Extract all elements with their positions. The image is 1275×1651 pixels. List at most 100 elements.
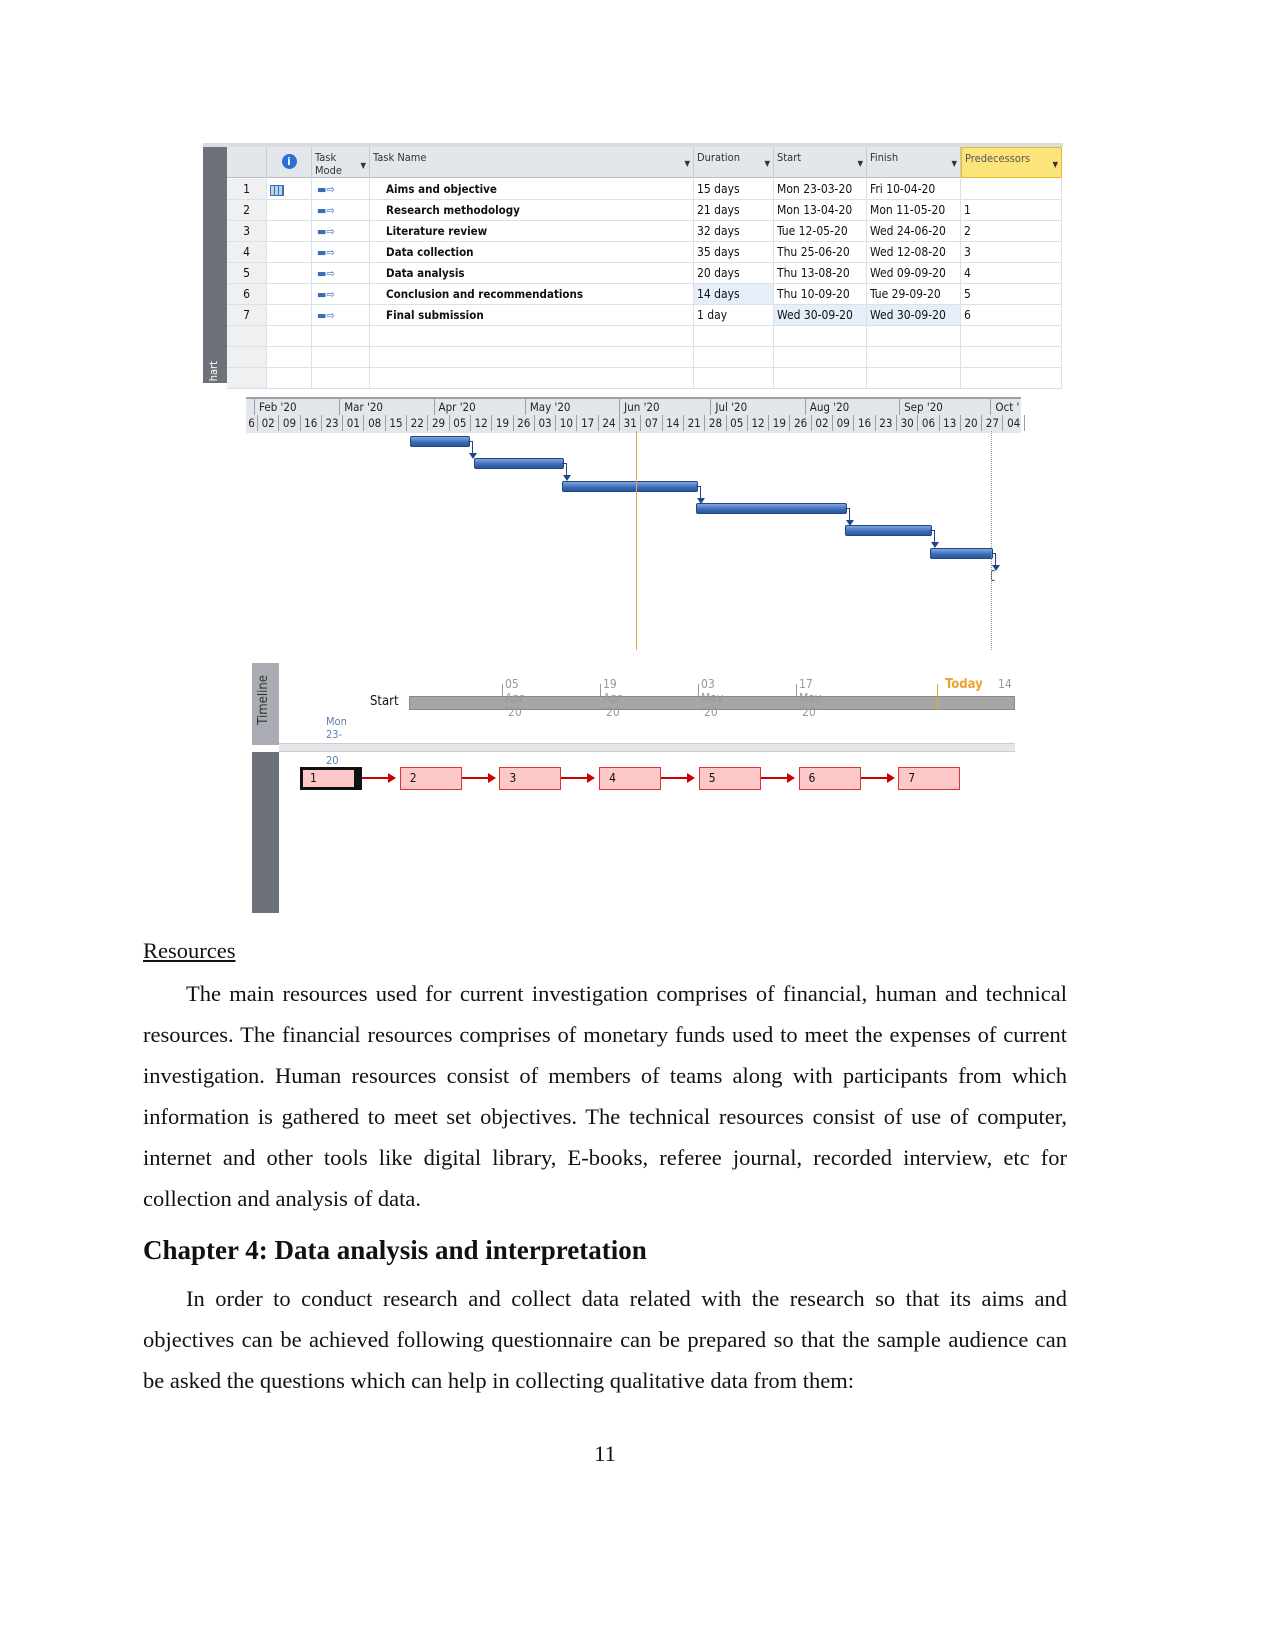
start-cell[interactable]: Mon 23-03-20 <box>774 179 867 200</box>
network-link <box>362 773 396 783</box>
start-cell[interactable]: Mon 13-04-20 <box>774 200 867 221</box>
view-bar-label: hart <box>207 360 220 381</box>
start-cell[interactable]: Thu 13-08-20 <box>774 263 867 284</box>
duration-cell[interactable]: 20 days <box>694 263 774 284</box>
start-cell[interactable]: Thu 10-09-20 <box>774 284 867 305</box>
task-name-cell[interactable]: Literature review <box>370 221 694 242</box>
task-mode-cell[interactable]: ▬⇨ <box>312 305 370 326</box>
col-task-name[interactable]: Task Name ▼ <box>370 147 694 178</box>
duration-cell[interactable]: 35 days <box>694 242 774 263</box>
finish-cell[interactable]: Fri 10-04-20 <box>867 179 961 200</box>
col-finish[interactable]: Finish ▼ <box>867 147 961 178</box>
task-mode-cell[interactable]: ▬⇨ <box>312 200 370 221</box>
indicator-cell[interactable] <box>267 305 312 326</box>
finish-cell[interactable]: Wed 30-09-20 <box>867 305 961 326</box>
auto-scheduled-icon: ▬⇨ <box>317 183 335 196</box>
indicator-cell[interactable] <box>267 221 312 242</box>
week-tick: 21 <box>684 415 706 431</box>
indicator-cell[interactable] <box>267 284 312 305</box>
task-name-cell[interactable]: Data collection <box>370 242 694 263</box>
task-mode-cell[interactable]: ▬⇨ <box>312 284 370 305</box>
network-node[interactable]: 2 <box>399 767 462 790</box>
col-predecessors[interactable]: Predecessors ▼ <box>961 147 1062 178</box>
row-number[interactable]: 2 <box>227 200 267 221</box>
task-mode-cell[interactable]: ▬⇨ <box>312 263 370 284</box>
network-node[interactable]: 7 <box>898 767 961 790</box>
indicator-cell[interactable] <box>267 200 312 221</box>
month-tick: Apr '20 <box>433 399 525 415</box>
gantt-bar[interactable] <box>474 458 565 470</box>
finish-cell[interactable]: Wed 24-06-20 <box>867 221 961 242</box>
col-duration[interactable]: Duration ▼ <box>694 147 774 178</box>
start-cell[interactable]: Wed 30-09-20 <box>774 305 867 326</box>
duration-cell[interactable]: 15 days <box>694 179 774 200</box>
indicator-cell[interactable] <box>267 242 312 263</box>
today-line <box>636 431 637 650</box>
week-tick: 28 <box>705 415 727 431</box>
row-number[interactable]: 4 <box>227 242 267 263</box>
resources-heading: Resources <box>143 938 236 963</box>
week-tick: 17 <box>578 415 599 431</box>
col-start[interactable]: Start ▼ <box>774 147 867 178</box>
start-cell[interactable]: Tue 12-05-20 <box>774 221 867 242</box>
network-node[interactable]: 6 <box>798 767 861 790</box>
week-tick: 23 <box>876 415 897 431</box>
empty-cell <box>694 368 774 389</box>
predecessors-cell[interactable]: 5 <box>961 284 1062 305</box>
empty-cell <box>867 368 961 389</box>
network-node[interactable]: 1 <box>300 767 362 790</box>
gantt-bar[interactable] <box>930 547 994 559</box>
task-mode-cell[interactable]: ▬⇨ <box>312 242 370 263</box>
task-name-cell[interactable]: Final submission <box>370 305 694 326</box>
col-task-mode[interactable]: Task Mode ▼ <box>312 147 370 178</box>
row-number[interactable]: 1 <box>227 179 267 200</box>
month-tick: Oct ' <box>990 399 1021 415</box>
gantt-bar[interactable] <box>562 480 699 492</box>
row-number[interactable]: 7 <box>227 305 267 326</box>
week-tick: 01 <box>343 415 365 431</box>
network-node[interactable]: 3 <box>499 767 562 790</box>
finish-cell[interactable]: Mon 11-05-20 <box>867 200 961 221</box>
duration-cell[interactable]: 21 days <box>694 200 774 221</box>
predecessors-cell[interactable]: 3 <box>961 242 1062 263</box>
gantt-bar[interactable] <box>696 502 848 514</box>
task-mode-cell[interactable]: ▬⇨ <box>312 179 370 200</box>
finish-cell[interactable]: Wed 12-08-20 <box>867 242 961 263</box>
week-tick: 31 <box>620 415 642 431</box>
predecessors-cell[interactable]: 6 <box>961 305 1062 326</box>
network-node[interactable]: 4 <box>599 767 662 790</box>
task-name-cell[interactable]: Data analysis <box>370 263 694 284</box>
predecessors-cell[interactable]: 2 <box>961 221 1062 242</box>
gantt-bar[interactable] <box>410 436 470 447</box>
row-number[interactable]: 3 <box>227 221 267 242</box>
empty-cell <box>774 368 867 389</box>
start-cell[interactable]: Thu 25-06-20 <box>774 242 867 263</box>
duration-cell[interactable]: 1 day <box>694 305 774 326</box>
task-name-cell[interactable]: Aims and objective <box>370 179 694 200</box>
timeline-tick: 19 Apr '20 <box>603 677 622 719</box>
indicator-cell[interactable] <box>267 179 312 200</box>
empty-cell <box>370 368 694 389</box>
duration-cell[interactable]: 32 days <box>694 221 774 242</box>
week-tick: 24 <box>599 415 621 431</box>
task-name-cell[interactable]: Research methodology <box>370 200 694 221</box>
week-tick: 27 <box>982 415 1004 431</box>
chapter-heading: Chapter 4: Data analysis and interpretat… <box>143 1235 647 1265</box>
finish-cell[interactable]: Tue 29-09-20 <box>867 284 961 305</box>
gantt-bar[interactable] <box>845 525 933 537</box>
predecessors-cell[interactable]: 1 <box>961 200 1062 221</box>
week-tick: 29 <box>428 415 450 431</box>
row-number[interactable]: 6 <box>227 284 267 305</box>
row-number[interactable]: 5 <box>227 263 267 284</box>
task-name-cell[interactable]: Conclusion and recommendations <box>370 284 694 305</box>
empty-cell <box>227 347 267 368</box>
duration-cell[interactable]: 14 days <box>694 284 774 305</box>
indicator-cell[interactable] <box>267 263 312 284</box>
finish-cell[interactable]: Wed 09-09-20 <box>867 263 961 284</box>
week-tick: 22 <box>407 415 429 431</box>
predecessors-cell[interactable] <box>961 179 1062 200</box>
empty-cell <box>267 368 312 389</box>
task-mode-cell[interactable]: ▬⇨ <box>312 221 370 242</box>
predecessors-cell[interactable]: 4 <box>961 263 1062 284</box>
network-node[interactable]: 5 <box>698 767 761 790</box>
